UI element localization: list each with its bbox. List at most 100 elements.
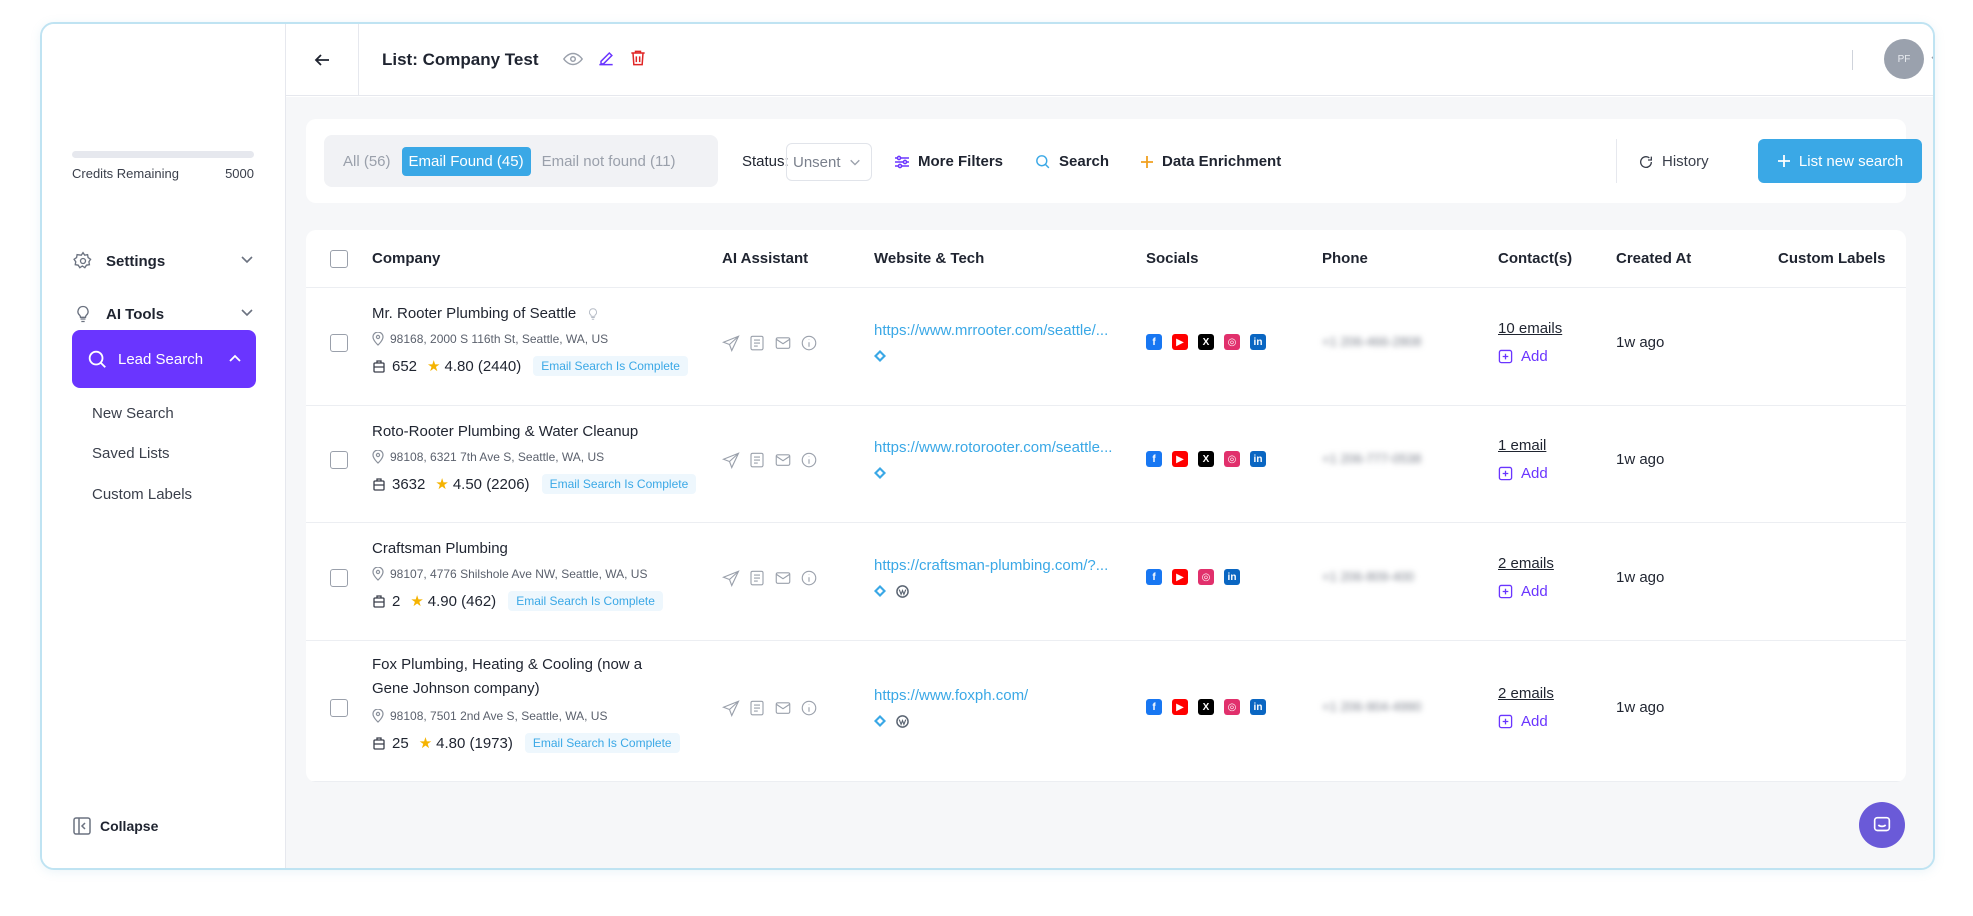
status-select[interactable]: Unsent (786, 143, 872, 181)
tab-email-not-found[interactable]: Email not found (11) (535, 147, 683, 176)
youtube-icon[interactable]: ▶ (1172, 334, 1188, 350)
document-icon[interactable] (748, 569, 766, 587)
col-phone[interactable]: Phone (1322, 250, 1368, 267)
instagram-icon[interactable]: ◎ (1198, 569, 1214, 585)
avatar[interactable]: PF (1884, 39, 1924, 79)
search-button[interactable]: Search (1034, 153, 1109, 170)
website-link[interactable]: https://www.mrrooter.com/seattle/... (874, 322, 1108, 339)
document-icon[interactable] (748, 699, 766, 717)
mail-icon[interactable] (774, 334, 792, 352)
table-row[interactable]: Fox Plumbing, Heating & Cooling (now a G… (306, 641, 1906, 782)
company-name[interactable]: Roto-Rooter Plumbing & Water Cleanup (372, 420, 638, 444)
info-icon[interactable] (800, 569, 818, 587)
row-checkbox[interactable] (330, 334, 348, 352)
linkedin-icon[interactable]: in (1250, 451, 1266, 467)
linkedin-icon[interactable]: in (1250, 334, 1266, 350)
send-icon[interactable] (722, 569, 740, 587)
facebook-icon[interactable]: f (1146, 451, 1162, 467)
col-website-tech[interactable]: Website & Tech (874, 250, 984, 267)
x-icon[interactable]: X (1198, 451, 1214, 467)
chevron-down-icon[interactable] (1930, 52, 1933, 66)
company-name[interactable]: Craftsman Plumbing (372, 537, 508, 561)
info-icon[interactable] (800, 451, 818, 469)
instagram-icon[interactable]: ◎ (1224, 334, 1240, 350)
mail-icon[interactable] (774, 451, 792, 469)
facebook-icon[interactable]: f (1146, 699, 1162, 715)
facebook-icon[interactable]: f (1146, 569, 1162, 585)
history-button[interactable]: History (1638, 153, 1709, 170)
instagram-icon[interactable]: ◎ (1224, 451, 1240, 467)
x-icon[interactable]: X (1198, 699, 1214, 715)
info-icon[interactable] (800, 699, 818, 717)
sidebar-subitem-new-search[interactable]: New Search (92, 405, 174, 422)
trash-icon[interactable] (628, 48, 648, 70)
row-checkbox[interactable] (330, 569, 348, 587)
more-filters-button[interactable]: More Filters (894, 153, 1003, 170)
phone-number[interactable]: +1 206-809-400 (1322, 569, 1414, 584)
mail-icon[interactable] (774, 699, 792, 717)
data-enrichment-button[interactable]: Data Enrichment (1140, 153, 1281, 170)
emails-link[interactable]: 2 emails (1498, 685, 1554, 702)
chat-button[interactable] (1859, 802, 1905, 848)
linkedin-icon[interactable]: in (1224, 569, 1240, 585)
table-row[interactable]: Craftsman Plumbing 98107, 4776 Shilshole… (306, 523, 1906, 641)
tech-stack (874, 715, 909, 728)
phone-number[interactable]: +1 206-904-4990 (1322, 699, 1421, 714)
website-link[interactable]: https://craftsman-plumbing.com/?... (874, 557, 1108, 574)
send-icon[interactable] (722, 451, 740, 469)
add-contact-button[interactable]: Add (1498, 465, 1548, 482)
select-all-checkbox[interactable] (330, 250, 348, 268)
address-text: 98168, 2000 S 116th St, Seattle, WA, US (390, 332, 609, 346)
tab-all[interactable]: All (56) (336, 147, 398, 176)
add-contact-button[interactable]: Add (1498, 348, 1548, 365)
document-icon[interactable] (748, 334, 766, 352)
eye-icon[interactable] (562, 48, 584, 70)
chat-icon (1871, 814, 1893, 836)
add-contact-button[interactable]: Add (1498, 713, 1548, 730)
send-icon[interactable] (722, 699, 740, 717)
sidebar-item-settings[interactable]: Settings (72, 241, 254, 281)
add-contact-button[interactable]: Add (1498, 583, 1548, 600)
emails-link[interactable]: 1 email (1498, 437, 1546, 454)
company-name[interactable]: Mr. Rooter Plumbing of Seattle (372, 302, 600, 329)
back-button[interactable] (286, 24, 359, 96)
emails-link[interactable]: 10 emails (1498, 320, 1562, 337)
lightbulb-icon[interactable] (586, 305, 600, 329)
collapse-button[interactable]: Collapse (72, 816, 158, 836)
sidebar-subitem-saved-lists[interactable]: Saved Lists (92, 445, 170, 462)
info-icon[interactable] (800, 334, 818, 352)
table-row[interactable]: Roto-Rooter Plumbing & Water Cleanup 981… (306, 406, 1906, 523)
x-icon[interactable]: X (1198, 334, 1214, 350)
send-icon[interactable] (722, 334, 740, 352)
sidebar-subitem-custom-labels[interactable]: Custom Labels (92, 486, 192, 503)
col-ai-assistant[interactable]: AI Assistant (722, 250, 808, 267)
col-created-at[interactable]: Created At (1616, 250, 1691, 267)
facebook-icon[interactable]: f (1146, 334, 1162, 350)
youtube-icon[interactable]: ▶ (1172, 451, 1188, 467)
linkedin-icon[interactable]: in (1250, 699, 1266, 715)
website-link[interactable]: https://www.rotorooter.com/seattle... (874, 439, 1112, 456)
col-socials[interactable]: Socials (1146, 250, 1199, 267)
emails-link[interactable]: 2 emails (1498, 555, 1554, 572)
youtube-icon[interactable]: ▶ (1172, 699, 1188, 715)
col-custom-labels[interactable]: Custom Labels (1778, 250, 1886, 267)
table-row[interactable]: Mr. Rooter Plumbing of Seattle 98168, 20… (306, 288, 1906, 406)
row-checkbox[interactable] (330, 699, 348, 717)
mail-icon[interactable] (774, 569, 792, 587)
list-new-search-button[interactable]: List new search (1758, 139, 1922, 183)
company-name[interactable]: Fox Plumbing, Heating & Cooling (now a G… (372, 653, 652, 701)
website-link[interactable]: https://www.foxph.com/ (874, 687, 1028, 704)
col-company[interactable]: Company (372, 250, 440, 267)
instagram-icon[interactable]: ◎ (1224, 699, 1240, 715)
tab-email-found[interactable]: Email Found (45) (401, 146, 531, 176)
sidebar-item-lead-search[interactable]: Lead Search (72, 330, 256, 388)
edit-icon[interactable] (596, 48, 616, 70)
youtube-icon[interactable]: ▶ (1172, 569, 1188, 585)
document-icon[interactable] (748, 451, 766, 469)
phone-number[interactable]: +1 206-466-2808 (1322, 334, 1421, 349)
sidebar-item-ai-tools[interactable]: AI Tools (72, 294, 254, 334)
col-contacts[interactable]: Contact(s) (1498, 250, 1572, 267)
sidebar: Credits Remaining 5000 Settings AI Tools (42, 24, 286, 868)
phone-number[interactable]: +1 206-777-0538 (1322, 451, 1421, 466)
row-checkbox[interactable] (330, 451, 348, 469)
